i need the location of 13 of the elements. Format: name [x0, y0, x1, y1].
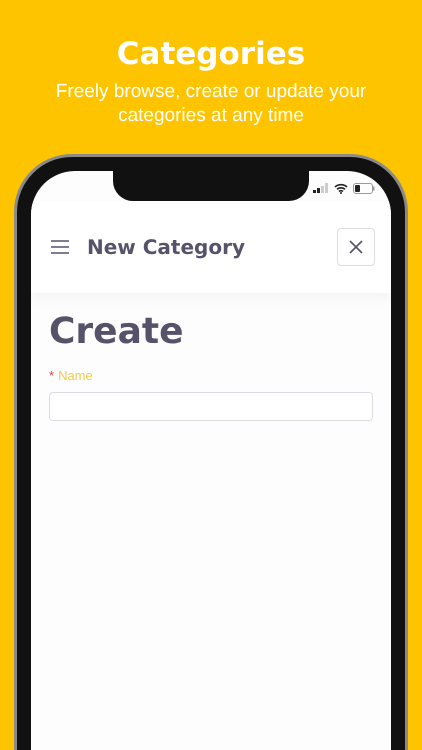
required-mark: *: [49, 368, 54, 383]
promo-subtitle: Freely browse, create or update your categories at any time: [54, 80, 368, 128]
close-button[interactable]: [337, 228, 375, 266]
wifi-icon: [334, 182, 348, 194]
battery-icon: [353, 182, 375, 194]
promo-title: Categories: [116, 35, 306, 74]
name-input-field[interactable]: [49, 392, 373, 421]
app-bar-title: New Category: [87, 235, 246, 259]
menu-icon[interactable]: [51, 240, 69, 254]
close-icon: [349, 240, 363, 254]
form-heading: Create: [49, 311, 185, 352]
signal-icon: [313, 183, 329, 193]
field-label: Name: [58, 368, 93, 383]
